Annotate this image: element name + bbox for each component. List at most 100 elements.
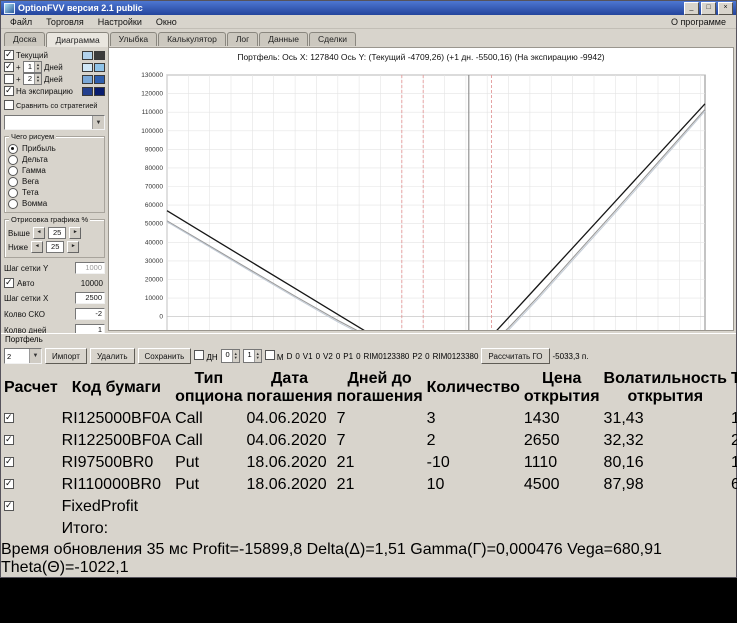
tab-3[interactable]: Калькулятор bbox=[158, 32, 226, 46]
menu-item-3[interactable]: Окно bbox=[149, 17, 184, 27]
column-header-code[interactable]: Код бумаги bbox=[61, 369, 172, 407]
draw-option-0[interactable]: Прибыль bbox=[8, 143, 101, 154]
dn-checkbox[interactable] bbox=[194, 350, 204, 360]
table-row-4[interactable]: FixedProfit13470 bbox=[3, 497, 737, 517]
radio-icon[interactable] bbox=[8, 166, 18, 176]
days-count-input[interactable]: 1 bbox=[75, 324, 105, 333]
spinner-2[interactable]: 1 ▲▼ bbox=[243, 349, 262, 363]
profit-chart[interactable]: 9250095000975001000001025001050001075001… bbox=[111, 67, 731, 331]
menu-item-0[interactable]: Файл bbox=[3, 17, 39, 27]
row-checkbox-0[interactable] bbox=[4, 413, 14, 423]
column-header-days[interactable]: Дней до погашения bbox=[336, 369, 424, 407]
menu-item-1[interactable]: Торговля bbox=[39, 17, 91, 27]
cell-qty bbox=[426, 519, 521, 539]
grid-y-input[interactable]: 1000 bbox=[75, 262, 105, 274]
close-button[interactable]: × bbox=[718, 2, 733, 15]
table-row-0[interactable]: RI125000BF0ACall04.06.202073143031,43139… bbox=[3, 409, 737, 429]
table-row-1[interactable]: RI122500BF0ACall04.06.202072265032,32263… bbox=[3, 431, 737, 451]
row-checkbox-4[interactable] bbox=[4, 501, 14, 511]
tab-1[interactable]: Диаграмма bbox=[46, 32, 108, 47]
stepper-right-1[interactable]: ► bbox=[67, 241, 79, 253]
draw-option-1[interactable]: Дельта bbox=[8, 154, 101, 165]
color-swatch[interactable] bbox=[82, 87, 93, 96]
spinner-arrows-icon[interactable]: ▲▼ bbox=[34, 74, 41, 84]
menu-item-2[interactable]: Настройки bbox=[91, 17, 149, 27]
chevron-down-icon[interactable]: ▼ bbox=[29, 349, 41, 363]
radio-icon[interactable] bbox=[8, 188, 18, 198]
radio-icon[interactable] bbox=[8, 155, 18, 165]
days-spinner-2[interactable]: 2▲▼ bbox=[23, 73, 42, 85]
portfolio-select[interactable]: 2 ▼ bbox=[4, 348, 42, 364]
tab-6[interactable]: Сделки bbox=[309, 32, 356, 46]
radio-icon[interactable] bbox=[8, 144, 18, 154]
cell-expiry: 04.06.2020 bbox=[246, 431, 334, 451]
draw-option-5[interactable]: Вомма bbox=[8, 198, 101, 209]
import-button[interactable]: Импорт bbox=[45, 348, 87, 364]
column-header-checked[interactable]: Расчет bbox=[3, 369, 59, 407]
series-label-3: На экспирацию bbox=[16, 87, 73, 96]
color-swatch[interactable] bbox=[82, 75, 93, 84]
stepper-right-0[interactable]: ► bbox=[69, 227, 81, 239]
column-header-qty[interactable]: Количество bbox=[426, 369, 521, 407]
maximize-button[interactable]: □ bbox=[701, 2, 716, 15]
row-checkbox-2[interactable] bbox=[4, 457, 14, 467]
spinner-arrows-icon[interactable]: ▲▼ bbox=[232, 350, 239, 362]
color-swatch[interactable] bbox=[94, 87, 105, 96]
spinner-1[interactable]: 0 ▲▼ bbox=[221, 349, 240, 363]
render-value-0[interactable]: 25 bbox=[48, 227, 66, 239]
column-header-type[interactable]: Тип опциона bbox=[174, 369, 243, 407]
stepper-left-1[interactable]: ◄ bbox=[31, 241, 43, 253]
draw-option-4[interactable]: Тета bbox=[8, 187, 101, 198]
series-checkbox-3[interactable] bbox=[4, 86, 14, 96]
radio-icon[interactable] bbox=[8, 199, 18, 209]
render-value-1[interactable]: 25 bbox=[46, 241, 64, 253]
tab-4[interactable]: Лог bbox=[227, 32, 258, 46]
m-checkbox[interactable] bbox=[265, 350, 275, 360]
tab-0[interactable]: Доска bbox=[4, 32, 45, 46]
row-checkbox-3[interactable] bbox=[4, 479, 14, 489]
color-swatch[interactable] bbox=[94, 75, 105, 84]
tab-5[interactable]: Данные bbox=[259, 32, 308, 46]
save-button[interactable]: Сохранить bbox=[138, 348, 192, 364]
column-header-open_price[interactable]: Цена открытия bbox=[523, 369, 601, 407]
column-header-expiry[interactable]: Дата погашения bbox=[246, 369, 334, 407]
series-checkbox-2[interactable] bbox=[4, 74, 14, 84]
radio-icon[interactable] bbox=[8, 177, 18, 187]
color-swatch[interactable] bbox=[94, 63, 105, 72]
grid-x-input[interactable]: 2500 bbox=[75, 292, 105, 304]
tab-2[interactable]: Улыбка bbox=[110, 32, 157, 46]
cell-expiry bbox=[246, 497, 334, 517]
days-spinner-1[interactable]: 1▲▼ bbox=[23, 61, 42, 73]
calc-go-button[interactable]: Рассчитать ГО bbox=[481, 348, 549, 364]
field-input-v1[interactable]: 0 bbox=[316, 352, 320, 361]
p2-input[interactable]: 0 bbox=[425, 352, 429, 361]
table-row-2[interactable]: RI97500BR0Put18.06.202021-10111080,16196… bbox=[3, 453, 737, 473]
series-checkbox-1[interactable] bbox=[4, 62, 14, 72]
strategy-select[interactable]: ▼ bbox=[4, 115, 105, 130]
draw-option-2[interactable]: Гамма bbox=[8, 165, 101, 176]
color-swatch[interactable] bbox=[82, 51, 93, 60]
auto-checkbox[interactable] bbox=[4, 278, 14, 288]
cell-expiry: 04.06.2020 bbox=[246, 409, 334, 429]
table-row-3[interactable]: RI110000BR0Put18.06.20202110450087,98664… bbox=[3, 475, 737, 495]
color-swatch[interactable] bbox=[82, 63, 93, 72]
spinner-arrows-icon[interactable]: ▲▼ bbox=[34, 62, 41, 72]
draw-option-3[interactable]: Вега bbox=[8, 176, 101, 187]
field-input-p1[interactable]: 0 bbox=[356, 352, 360, 361]
minimize-button[interactable]: _ bbox=[684, 2, 699, 15]
menu-about[interactable]: О программе bbox=[663, 17, 734, 27]
row-checkbox-1[interactable] bbox=[4, 435, 14, 445]
spinner-arrows-icon[interactable]: ▲▼ bbox=[254, 350, 261, 362]
color-swatch[interactable] bbox=[94, 51, 105, 60]
compare-strategy-checkbox[interactable] bbox=[4, 100, 14, 110]
series-checkbox-0[interactable] bbox=[4, 50, 14, 60]
chevron-down-icon[interactable]: ▼ bbox=[92, 116, 104, 129]
field-input-d[interactable]: 0 bbox=[295, 352, 299, 361]
table-row-5[interactable]: Итого:-15899,81,510,000476680,91-1022,1 bbox=[3, 519, 737, 539]
field-input-v2[interactable]: 0 bbox=[336, 352, 340, 361]
delete-button[interactable]: Удалить bbox=[90, 348, 135, 364]
column-header-open_vol[interactable]: Волатильность открытия bbox=[603, 369, 728, 407]
stepper-left-0[interactable]: ◄ bbox=[33, 227, 45, 239]
column-header-theor_price[interactable]: Теоретическая цена bbox=[730, 369, 737, 407]
sko-input[interactable]: -2 bbox=[75, 308, 105, 320]
